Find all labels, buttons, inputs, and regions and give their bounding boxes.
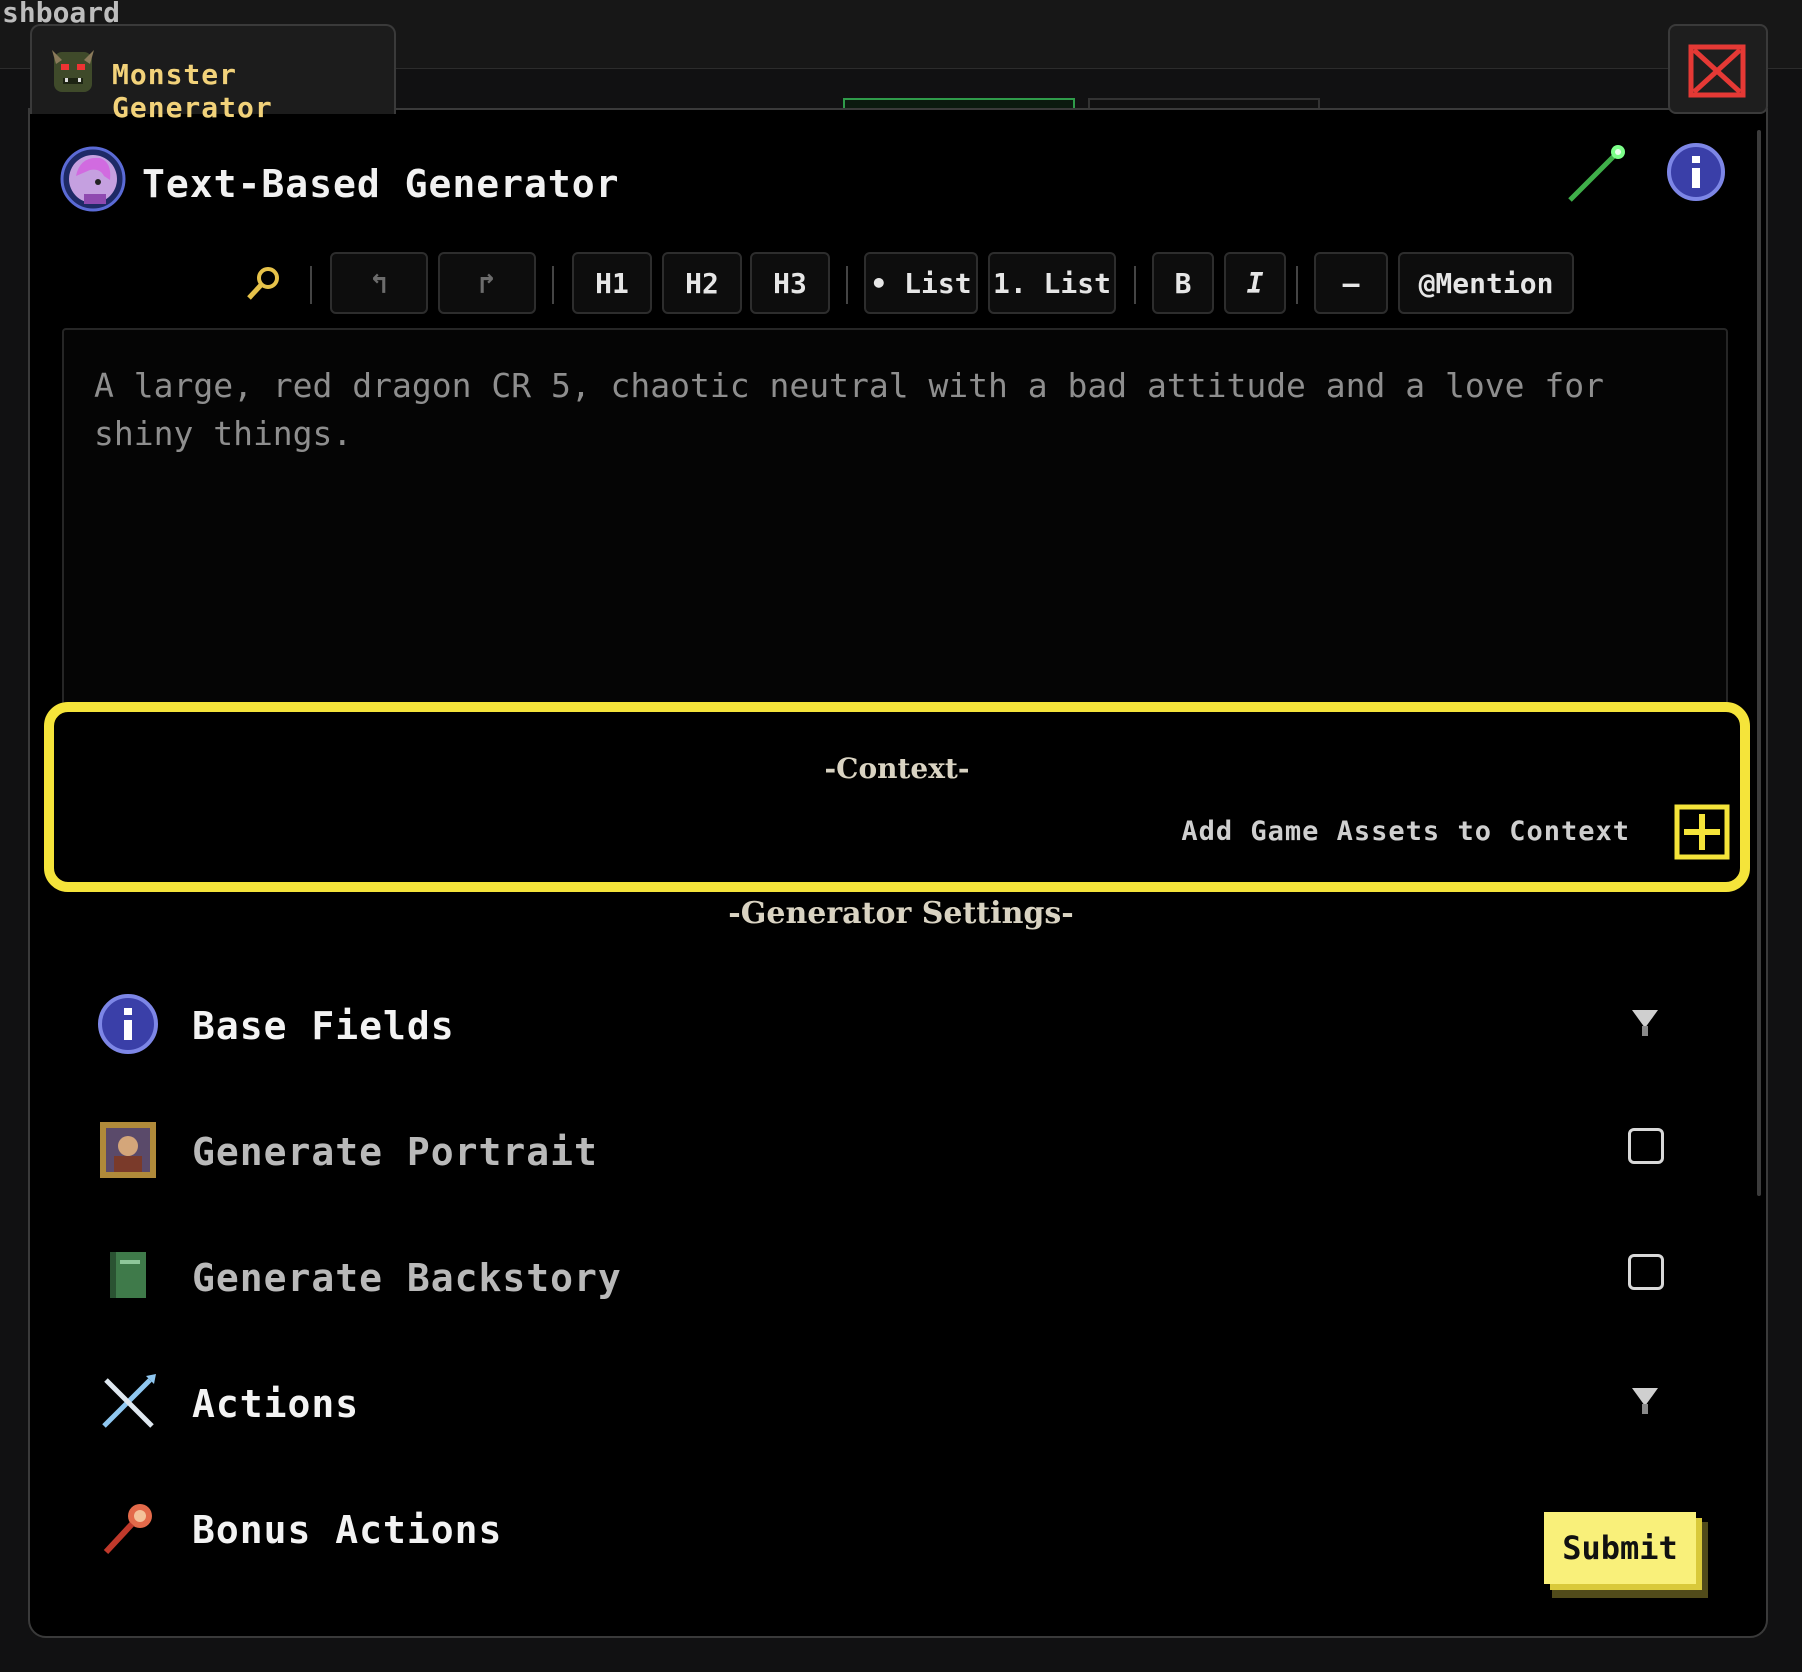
elf-portrait-icon [60, 146, 126, 212]
book-icon [110, 1252, 146, 1298]
context-section: -Context- Add Game Assets to Context [44, 702, 1750, 892]
generator-title: Text-Based Generator [142, 162, 620, 206]
divider [392, 108, 1668, 110]
search-icon[interactable] [244, 264, 284, 304]
setting-row-base-fields[interactable]: Base Fields [96, 984, 1696, 1064]
toolbar-divider [552, 266, 554, 304]
portrait-frame-icon [100, 1122, 156, 1178]
tab-monster-generator[interactable]: Monster Generator [30, 24, 396, 124]
plus-icon[interactable] [1674, 804, 1730, 860]
add-assets-label[interactable]: Add Game Assets to Context [1181, 816, 1630, 847]
horizontal-rule-button[interactable]: — [1314, 252, 1388, 314]
context-title: -Context- [824, 752, 970, 785]
monster-icon [52, 50, 94, 92]
setting-row-generate-portrait[interactable]: Generate Portrait [96, 1110, 1696, 1190]
magic-wand-icon[interactable] [1564, 142, 1630, 208]
tab-label: Monster Generator [112, 58, 273, 124]
chevron-down-icon[interactable] [1630, 1384, 1660, 1418]
toolbar-divider [1134, 266, 1136, 304]
redo-button[interactable]: ↱ [438, 252, 536, 314]
bullet-list-button[interactable]: • List [864, 252, 978, 314]
numbered-list-button[interactable]: 1. List [988, 252, 1116, 314]
info-icon [98, 994, 158, 1054]
setting-row-generate-backstory[interactable]: Generate Backstory [96, 1236, 1696, 1316]
formatting-toolbar: ↰ ↱ H1 H2 H3 • List 1. List B I — @Menti… [0, 252, 1802, 316]
row-label: Generate Backstory [192, 1256, 622, 1300]
setting-row-actions[interactable]: Actions [96, 1362, 1696, 1442]
undo-button[interactable]: ↰ [330, 252, 428, 314]
prompt-editor[interactable]: A large, red dragon CR 5, chaotic neutra… [62, 328, 1728, 728]
generate-portrait-checkbox[interactable] [1628, 1128, 1664, 1164]
heading1-button[interactable]: H1 [572, 252, 652, 314]
row-label: Bonus Actions [192, 1508, 503, 1552]
toolbar-divider [1296, 266, 1298, 304]
row-label: Actions [192, 1382, 360, 1426]
heading3-button[interactable]: H3 [750, 252, 830, 314]
setting-row-bonus-actions[interactable]: Bonus Actions [96, 1488, 1696, 1568]
crossed-swords-icon [102, 1374, 156, 1428]
mention-button[interactable]: @Mention [1398, 252, 1574, 314]
close-icon [1688, 44, 1746, 98]
row-label: Base Fields [192, 1004, 455, 1048]
row-label: Generate Portrait [192, 1130, 598, 1174]
generate-backstory-checkbox[interactable] [1628, 1254, 1664, 1290]
toolbar-divider [310, 266, 312, 304]
bold-button[interactable]: B [1152, 252, 1214, 314]
heading2-button[interactable]: H2 [662, 252, 742, 314]
info-icon[interactable] [1666, 142, 1726, 202]
italic-button[interactable]: I [1224, 252, 1286, 314]
submit-button[interactable]: Submit [1544, 1512, 1696, 1584]
editor-placeholder: A large, red dragon CR 5, chaotic neutra… [94, 366, 1604, 453]
chevron-down-icon[interactable] [1630, 1006, 1660, 1040]
settings-title: -Generator Settings- [728, 896, 1074, 931]
toolbar-divider [846, 266, 848, 304]
fireball-icon [103, 1504, 152, 1555]
close-button[interactable] [1668, 24, 1768, 114]
